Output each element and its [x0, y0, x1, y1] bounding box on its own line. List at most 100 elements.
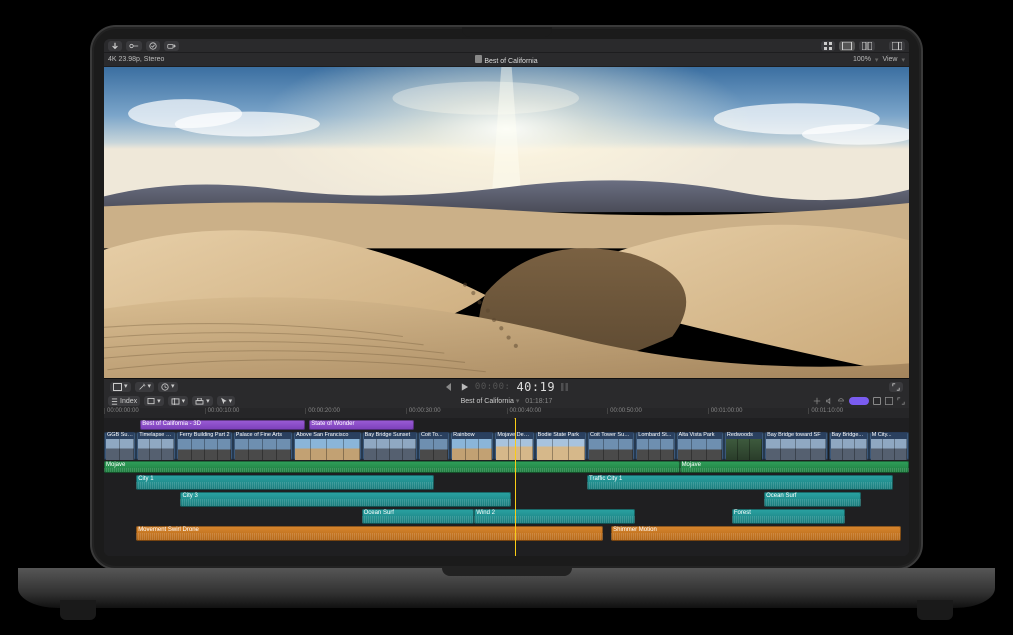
trim-button[interactable]: ▾	[168, 396, 189, 406]
clip-label: Bodie State Park	[537, 432, 585, 439]
clip-label: Alta Vista Park	[678, 432, 722, 439]
timeline-rightpanel-icon[interactable]	[885, 397, 893, 405]
video-clip[interactable]: Coit Tower Sunset	[587, 432, 635, 460]
video-clip[interactable]: Redwoods	[724, 432, 764, 460]
grid-icon	[824, 42, 832, 50]
timecode-prefix: 00:00:	[475, 382, 511, 392]
video-clip[interactable]: Ferry Building Part 2	[176, 432, 232, 460]
clip-label: Bay Bridge toward SF	[766, 432, 826, 439]
solo-icon[interactable]	[837, 397, 845, 405]
video-clip[interactable]: Bodie State Park	[535, 432, 587, 460]
clip-label: Above San Francisco	[295, 432, 359, 439]
clip-filter-button[interactable]: ▾	[144, 396, 164, 406]
connect-button[interactable]: ▾	[192, 396, 213, 406]
timeline[interactable]: 00:00:00:00 00:00:10:00 00:00:20:00 00:00:3…	[104, 408, 909, 556]
ruler-tick[interactable]: 00:00:50:00	[607, 408, 642, 414]
video-clip[interactable]: Timelapse GGB	[136, 432, 176, 460]
title-clip[interactable]: State of Wonder	[309, 420, 414, 430]
view-menu[interactable]: View	[882, 56, 897, 63]
ruler-tick[interactable]: 00:01:10:00	[808, 408, 843, 414]
audio-clip[interactable]: City 1	[136, 475, 434, 490]
clock-icon	[161, 383, 169, 391]
video-clip[interactable]: Bay Bridge toward SF	[764, 432, 828, 460]
prev-frame-icon[interactable]	[444, 382, 454, 392]
audio-clip[interactable]: City 3	[180, 492, 510, 507]
audio-clip[interactable]: Mojave	[680, 461, 909, 473]
video-clip[interactable]: Bay Bridge Sunset	[362, 432, 418, 460]
layout-default-button[interactable]	[839, 41, 855, 51]
effects-browser-button[interactable]	[873, 397, 881, 405]
audio-track-ambience-1: City 1 Traffic City 1	[104, 475, 909, 490]
video-clip[interactable]: Rainbow	[450, 432, 494, 460]
waveform	[611, 533, 901, 540]
viewer[interactable]	[104, 67, 909, 378]
timeline-expand-icon[interactable]	[897, 397, 905, 405]
window-toolbar	[104, 39, 909, 53]
snapping-toggle[interactable]	[849, 397, 869, 405]
audio-track-ambience-2: City 3 Ocean Surf	[104, 492, 909, 507]
ruler-tick[interactable]: 00:01:00:00	[708, 408, 743, 414]
share-button[interactable]	[164, 41, 179, 51]
tools-button[interactable]: ▾	[217, 396, 236, 406]
list-icon	[111, 398, 118, 405]
ruler-tick[interactable]: 00:00:20:00	[305, 408, 340, 414]
retiming-button[interactable]: ▾	[158, 382, 178, 392]
waveform	[587, 482, 893, 489]
clip-label: Rainbow	[452, 432, 492, 439]
play-icon[interactable]	[460, 382, 469, 392]
video-clip[interactable]: Alta Vista Park	[676, 432, 724, 460]
timeline-duration: 01:18:17	[525, 398, 552, 405]
skimming-icon[interactable]	[813, 397, 821, 405]
timeline-project-name[interactable]: Best of California	[461, 398, 514, 405]
video-clip[interactable]: Coit To...	[418, 432, 450, 460]
video-clip[interactable]: Palace of Fine Arts	[233, 432, 293, 460]
clip-label: GGB Sunset	[106, 432, 134, 439]
audio-clip[interactable]: Mojave	[104, 461, 680, 473]
video-clip[interactable]: Bay Bridge...	[829, 432, 869, 460]
audio-clip[interactable]: Shimmer Motion	[611, 526, 901, 541]
playhead[interactable]	[515, 418, 516, 556]
clapper-icon	[475, 55, 482, 63]
audio-clip[interactable]: Traffic City 1	[587, 475, 893, 490]
layout-dual-button[interactable]	[859, 41, 875, 51]
timeline-tracks[interactable]: Best of California - 3D State of Wonder G…	[104, 418, 909, 556]
audio-clip[interactable]: Ocean Surf	[764, 492, 861, 507]
import-button[interactable]	[108, 41, 122, 51]
next-frame-icon[interactable]	[561, 382, 569, 392]
fullscreen-button[interactable]	[889, 382, 903, 392]
clip-appearance-button[interactable]: ▾	[110, 382, 131, 392]
audio-clip[interactable]: Ocean Surf	[362, 509, 475, 524]
clip-label: Bay Bridge...	[831, 432, 867, 439]
keyword-button[interactable]	[126, 41, 142, 51]
laptop-foot	[917, 600, 953, 620]
index-label: Index	[120, 398, 137, 405]
waveform	[136, 482, 434, 489]
video-clip[interactable]: M City...	[869, 432, 909, 460]
ruler-tick[interactable]: 00:00:30:00	[406, 408, 441, 414]
layout-browser-button[interactable]	[821, 41, 835, 51]
audio-clip[interactable]: Movement Swirl Drone	[136, 526, 603, 541]
zoom-readout[interactable]: 100%	[853, 56, 871, 63]
waveform	[362, 516, 475, 523]
inspector-toggle-button[interactable]	[889, 41, 905, 51]
ruler-tick[interactable]: 00:00:10:00	[205, 408, 240, 414]
audio-track-drone: Movement Swirl Drone Shimmer Motion	[104, 526, 909, 541]
audio-clip[interactable]: Wind 2	[474, 509, 635, 524]
titles-track: Best of California - 3D State of Wonder	[104, 420, 909, 430]
ruler-tick[interactable]: 00:00:40:00	[507, 408, 542, 414]
title-clip[interactable]: Best of California - 3D	[140, 420, 305, 430]
video-clip[interactable]: Above San Francisco	[293, 432, 361, 460]
effects-button[interactable]: ▾	[135, 382, 155, 392]
audio-track-ambience-3: Ocean SurfWind 2 Forest	[104, 509, 909, 524]
key-icon	[129, 43, 139, 49]
timeline-ruler[interactable]: 00:00:00:00 00:00:10:00 00:00:20:00 00:00:3…	[104, 408, 909, 418]
index-button[interactable]: Index	[108, 396, 140, 406]
background-tasks-button[interactable]	[146, 41, 160, 51]
waveform	[680, 468, 909, 472]
video-clip[interactable]: Lombard St...	[635, 432, 675, 460]
primary-video-track: GGB SunsetTimelapse GGBFerry Building Pa…	[104, 432, 909, 460]
video-clip[interactable]: GGB Sunset	[104, 432, 136, 460]
audio-clip[interactable]: Forest	[732, 509, 845, 524]
ruler-tick[interactable]: 00:00:00:00	[104, 408, 139, 414]
audio-skim-icon[interactable]	[825, 397, 833, 405]
